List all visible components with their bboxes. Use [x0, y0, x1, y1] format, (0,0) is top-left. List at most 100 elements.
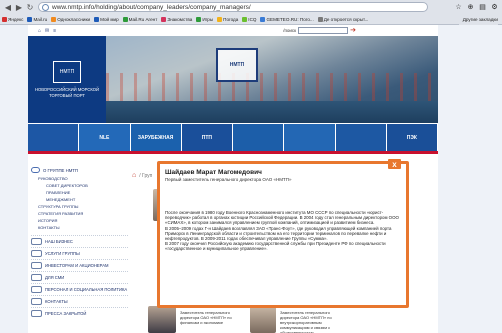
sidebar-section-label: Наш бизнес [45, 239, 73, 244]
bio-paragraph: В 2007 году окончил Российскую академию … [165, 241, 386, 252]
sidebar-section-label: Для СМИ [45, 275, 65, 280]
company-tiles: NLE ЗАРУБЕЖНАЯ ПТП ПЭК [28, 124, 438, 151]
company-tile[interactable] [284, 124, 336, 151]
section-icon [31, 238, 42, 245]
wrench-icon[interactable]: ⚙ [490, 2, 499, 11]
port-photo: НМТП [106, 36, 438, 123]
sidebar-item[interactable]: Контакты [38, 224, 128, 231]
site-search: /поиск ➔ [283, 27, 356, 34]
hero-banner: НМТП Новороссийский морской торговый пор… [28, 36, 438, 123]
sidebar-item-label: Структура группы [38, 204, 79, 209]
bookmark-item[interactable]: Mail.ru [27, 17, 47, 22]
bookmark-item[interactable]: Одноклассники [51, 17, 90, 22]
sitemap-icon[interactable]: ≡ [53, 28, 56, 34]
bookmark-item[interactable]: GEMETEO.RU: Пого... [260, 17, 314, 22]
bookmark-favicon-icon [27, 17, 33, 22]
other-bookmarks-label: Другие закладки [462, 17, 498, 22]
sidebar-sub-item-label: Правление [46, 190, 71, 195]
banner-emblem: НМТП [216, 48, 258, 82]
sidebar-item[interactable]: Структура группы [38, 203, 128, 210]
mail-icon[interactable]: ✉ [45, 28, 49, 34]
red-divider [28, 151, 438, 154]
close-icon[interactable]: x [388, 159, 401, 169]
sidebar-section-link[interactable]: Услуги группы [31, 247, 128, 259]
bookmark-label: ICQ [248, 17, 257, 22]
sidebar-sub-item[interactable]: Менеджмент [46, 196, 128, 203]
bookmark-label: Одноклассники [57, 17, 91, 22]
company-tile[interactable] [233, 124, 285, 151]
other-bookmarks[interactable]: Другие закладки [458, 14, 498, 25]
water-image [106, 101, 438, 123]
manager-photo[interactable] [250, 306, 276, 333]
company-tile[interactable]: NLE [79, 124, 131, 151]
sidebar-section-link[interactable]: Персонал и социальная политика [31, 283, 128, 295]
bookmark-favicon-icon [94, 17, 100, 22]
bookmark-favicon-icon [196, 17, 202, 22]
back-icon[interactable]: ◀ [3, 2, 13, 12]
bookmark-favicon-icon [317, 17, 323, 22]
company-tile[interactable]: ПТП [181, 124, 233, 151]
manager-photo[interactable] [148, 306, 176, 333]
bookmark-label: GEMETEO.RU: Пого... [266, 17, 314, 22]
bookmark-item[interactable]: Де откроется скрыт... [317, 17, 368, 22]
section-icon [31, 310, 42, 317]
bookmark-favicon-icon [260, 17, 266, 22]
bookmark-item[interactable]: Погода [217, 17, 238, 22]
sidebar-sub-item-label: Совет директоров [46, 183, 88, 188]
bookmark-item[interactable]: Mail.Ru Агент [122, 17, 157, 22]
company-tile[interactable] [28, 124, 80, 151]
company-tile[interactable]: ЗАРУБЕЖНАЯ [130, 124, 182, 151]
search-input[interactable] [298, 27, 349, 34]
forward-icon[interactable]: ▶ [14, 2, 24, 12]
extension-icon[interactable]: ⊕ [466, 2, 475, 11]
bookmark-label: Мой мир [100, 17, 119, 22]
search-label: /поиск [283, 28, 297, 33]
bookmark-item[interactable]: Яндекс [2, 17, 23, 22]
bookmark-item[interactable]: Мой мир [94, 17, 119, 22]
manager-bio-dialog: x Шайдаев Марат Магомедович Первый замес… [157, 159, 409, 308]
bio-paragraph: После окончания в 1980 году Военного Кра… [165, 210, 399, 226]
sidebar: О группе НМТП Руководство Совет директор… [28, 165, 128, 319]
reload-icon[interactable]: ↻ [25, 2, 35, 12]
sidebar-item[interactable]: История [38, 217, 128, 224]
page-menu-icon[interactable]: ▤ [478, 2, 487, 11]
bookmark-item[interactable]: ICQ [242, 17, 256, 22]
browser-toolbar-icons: ☆ ⊕ ▤ ⚙ [454, 2, 499, 11]
company-tile-label: ЗАРУБЕЖНАЯ [137, 134, 174, 141]
sidebar-section-link[interactable]: Наш бизнес [31, 235, 128, 247]
star-icon[interactable]: ☆ [454, 2, 463, 11]
sidebar-item-about-group[interactable]: О группе НМТП [31, 165, 128, 175]
manager-caption: Заместитель генерального директора ОАО «… [180, 310, 232, 325]
breadcrumb-home-icon[interactable]: ⌂ [132, 172, 136, 179]
sidebar-sub-leadership[interactable]: Руководство [38, 175, 128, 182]
sidebar-section-label: Инвесторам и акционерам [45, 263, 109, 268]
sidebar-sub-item[interactable]: Правление [46, 189, 128, 196]
bookmark-label: Знакомства [167, 17, 193, 22]
address-bar[interactable]: www.nmtp.info/holding/about/company_lead… [38, 2, 428, 12]
company-tile[interactable] [335, 124, 387, 151]
home-icon[interactable]: ⌂ [38, 28, 41, 34]
group-icon [31, 167, 40, 173]
logo-text: Новороссийский морской торговый порт [34, 87, 100, 98]
company-tile-label: ПЭК [406, 134, 417, 141]
company-tile-label: NLE [99, 134, 110, 141]
section-icon [31, 274, 42, 281]
sidebar-section-link[interactable]: Инвесторам и акционерам [31, 259, 128, 271]
sidebar-section-label: Пресса закрытой [45, 311, 87, 316]
close-label: x [392, 159, 397, 169]
bookmark-favicon-icon [242, 17, 248, 22]
manager-caption: Заместитель генерального директора ОАО «… [280, 310, 332, 333]
sidebar-item[interactable]: Стратегия развития [38, 210, 128, 217]
sidebar-sub-item[interactable]: Совет директоров [46, 182, 128, 189]
sidebar-section-link[interactable]: Контакты [31, 295, 128, 307]
bookmark-item[interactable]: Знакомства [161, 17, 192, 22]
company-tile[interactable]: ПЭК [386, 124, 438, 151]
sidebar-section-label: Услуги группы [45, 251, 80, 256]
manager-name: Шайдаев Марат Магомедович [165, 169, 262, 176]
sidebar-section-link[interactable]: Для СМИ [31, 271, 128, 283]
bookmark-favicon-icon [122, 17, 128, 22]
sidebar-section-link[interactable]: Пресса закрытой [31, 307, 128, 319]
search-go-icon[interactable]: ➔ [350, 27, 356, 34]
site-logo[interactable]: НМТП Новороссийский морской торговый пор… [28, 36, 106, 123]
bookmark-item[interactable]: Игры [196, 17, 213, 22]
